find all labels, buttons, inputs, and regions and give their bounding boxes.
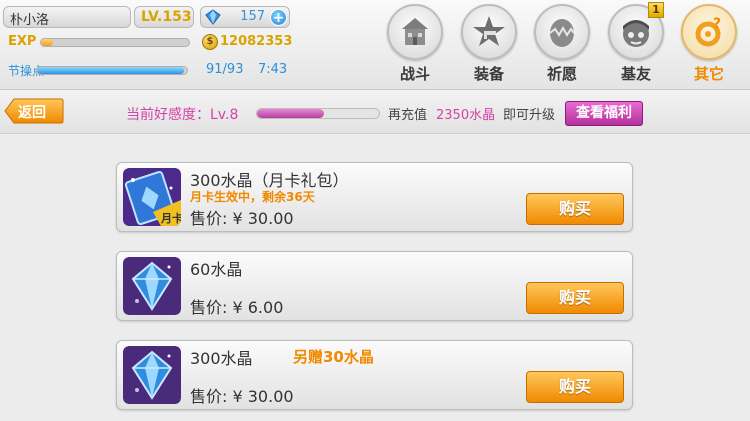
favor-progress-fill [257, 109, 325, 118]
product-price: 售价: ¥ 6.00 [190, 298, 284, 317]
favor-level-label: 当前好感度：Lv.8 [126, 107, 239, 123]
view-welfare-button[interactable]: 查看福利 [565, 101, 643, 126]
svg-text:?: ? [713, 16, 721, 32]
stamina-bar [36, 66, 188, 75]
crystal-icon [123, 257, 181, 315]
product-price: 售价: ¥ 30.00 [190, 387, 294, 406]
monthly-card-icon: 月卡 [123, 168, 181, 226]
gold-counter: $ 12082353 [200, 33, 293, 53]
house-icon [402, 18, 428, 45]
exp-bar [40, 38, 190, 47]
exp-label: EXP [8, 34, 37, 49]
product-title: 60水晶 [190, 260, 243, 279]
gem-counter: 157 + [200, 6, 290, 28]
exp-bar-fill [41, 39, 53, 46]
coin-icon: $ [202, 34, 218, 50]
wish-egg-icon [549, 19, 575, 47]
nav-other[interactable]: ? 其它 [678, 4, 740, 88]
gem-icon [205, 9, 221, 25]
product-item: 月卡 300水晶（月卡礼包） 月卡生效中，剩余36天 售价: ¥ 30.00 购… [116, 162, 633, 232]
top-header: 朴小洛 LV.153 157 + EXP $ 12082353 节操点 91/9… [0, 0, 750, 90]
product-title: 300水晶 [190, 349, 253, 368]
buy-button[interactable]: 购买 [526, 193, 624, 225]
nav-label: 基友 [620, 65, 651, 83]
buy-button[interactable]: 购买 [526, 282, 624, 314]
star-gun-icon [473, 16, 505, 46]
crystal-icon [123, 346, 181, 404]
nav-battle[interactable]: 战斗 [384, 4, 446, 88]
back-label: 返回 [18, 105, 46, 121]
nav-label: 祈愿 [546, 65, 577, 83]
nav-friends[interactable]: 1 基友 [605, 2, 667, 88]
nav-label: 战斗 [399, 65, 430, 83]
more-gear-icon: ? [695, 16, 721, 47]
recharge-label: 再充值 [388, 108, 428, 123]
gold-count: 12082353 [220, 34, 293, 49]
stamina-timer: 7:43 [258, 62, 288, 77]
stamina-bar-fill [37, 67, 184, 74]
back-button[interactable]: 返回 [4, 98, 64, 124]
gem-count: 157 [240, 9, 265, 24]
product-item: 60水晶 售价: ¥ 6.00 购买 [116, 251, 633, 321]
nav-equipment[interactable]: 装备 [458, 4, 520, 88]
favor-progress-bar [256, 108, 380, 119]
product-subtitle: 月卡生效中，剩余36天 [190, 190, 315, 204]
product-item: 300水晶 另赠30水晶 售价: ¥ 30.00 购买 [116, 340, 633, 410]
nav-wish[interactable]: 祈愿 [531, 4, 593, 88]
nav-label: 装备 [473, 65, 504, 83]
nav-label: 其它 [693, 65, 724, 83]
player-name: 朴小洛 [3, 6, 131, 28]
product-bonus: 另赠30水晶 [293, 348, 374, 366]
friends-badge: 1 [648, 2, 664, 18]
stamina-value: 91/93 [206, 62, 244, 77]
add-gems-button[interactable]: + [270, 9, 287, 26]
product-price: 售价: ¥ 30.00 [190, 209, 294, 228]
buy-button[interactable]: 购买 [526, 371, 624, 403]
upgrade-label: 即可升级 [503, 108, 556, 123]
friend-face-icon [623, 20, 649, 47]
player-level: LV.153 [134, 6, 194, 28]
monthly-card-badge: 月卡 [160, 211, 181, 225]
recharge-amount: 2350水晶 [436, 108, 496, 123]
